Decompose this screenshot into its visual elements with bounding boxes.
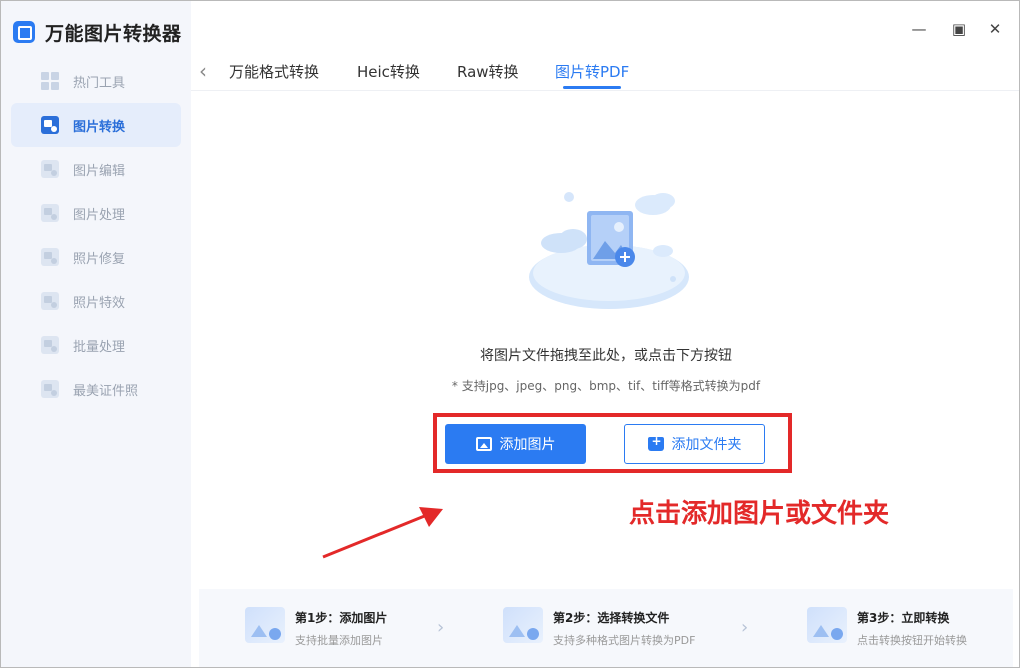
grid-icon xyxy=(41,72,59,90)
convert-step-icon xyxy=(807,607,847,643)
add-folder-label: 添加文件夹 xyxy=(671,437,742,453)
sidebar-item-id-photo[interactable]: 最美证件照 xyxy=(11,367,181,411)
sidebar-item-hot-tools[interactable]: 热门工具 xyxy=(11,59,181,103)
sidebar-item-label: 最美证件照 xyxy=(73,383,139,399)
step-2: 第2步：选择转换文件 支持多种格式图片转换为PDF xyxy=(503,607,695,648)
drop-zone[interactable]: 将图片文件拖拽至此处，或点击下方按钮 * 支持jpg、jpeg、png、bmp、… xyxy=(199,91,1013,587)
image-icon xyxy=(475,437,492,451)
add-image-step-icon xyxy=(245,607,285,643)
sidebar-item-image-edit[interactable]: 图片编辑 xyxy=(11,147,181,191)
step-desc: 支持批量添加图片 xyxy=(295,634,383,647)
add-folder-button[interactable]: 添加文件夹 xyxy=(624,424,765,464)
select-file-step-icon xyxy=(503,607,543,643)
tab-universal-convert[interactable]: 万能格式转换 xyxy=(229,61,319,82)
sidebar: 万能图片转换器 热门工具 图片转换 图片编辑 图片处理 照片修复 照片特效 批量… xyxy=(1,1,191,667)
title-bar: — ▣ ✕ xyxy=(191,1,1019,53)
steps-bar: 第1步：添加图片 支持批量添加图片 › 第2步：选择转换文件 支持多种格式图片转… xyxy=(199,589,1013,667)
app-title: 万能图片转换器 xyxy=(45,22,182,45)
chevron-right-icon: › xyxy=(437,617,445,638)
step-title: 第3步：立即转换 xyxy=(857,611,950,625)
add-image-label: 添加图片 xyxy=(499,437,556,453)
supported-formats-note: * 支持jpg、jpeg、png、bmp、tif、tiff等格式转换为pdf xyxy=(451,379,761,393)
add-image-button[interactable]: 添加图片 xyxy=(445,424,586,464)
step-title: 第2步：选择转换文件 xyxy=(553,611,670,625)
annotation-arrow-icon xyxy=(322,507,443,559)
step-desc: 支持多种格式图片转换为PDF xyxy=(553,634,696,647)
sidebar-nav: 热门工具 图片转换 图片编辑 图片处理 照片修复 照片特效 批量处理 最美证件照 xyxy=(11,59,181,411)
tab-bar: ‹ 万能格式转换 Heic转换 Raw转换 图片转PDF xyxy=(191,53,1019,91)
photo-effect-icon xyxy=(41,292,59,310)
step-1: 第1步：添加图片 支持批量添加图片 xyxy=(245,607,387,648)
sidebar-item-photo-effect[interactable]: 照片特效 xyxy=(11,279,181,323)
tab-raw-convert[interactable]: Raw转换 xyxy=(457,61,519,82)
sidebar-item-label: 图片处理 xyxy=(73,207,126,223)
tab-heic-convert[interactable]: Heic转换 xyxy=(357,61,420,82)
close-button[interactable]: ✕ xyxy=(985,19,1005,39)
image-process-icon xyxy=(41,204,59,222)
sidebar-item-label: 照片修复 xyxy=(73,251,126,267)
annotation-text: 点击添加图片或文件夹 xyxy=(629,499,890,529)
tab-image-to-pdf[interactable]: 图片转PDF xyxy=(555,61,629,82)
image-convert-icon xyxy=(41,116,59,134)
sidebar-item-label: 批量处理 xyxy=(73,339,126,355)
sidebar-item-image-process[interactable]: 图片处理 xyxy=(11,191,181,235)
step-desc: 点击转换按钮开始转换 xyxy=(857,634,967,647)
image-edit-icon xyxy=(41,160,59,178)
chevron-right-icon: › xyxy=(741,617,749,638)
drop-instruction: 将图片文件拖拽至此处，或点击下方按钮 xyxy=(480,348,732,364)
step-3: 第3步：立即转换 点击转换按钮开始转换 xyxy=(807,607,967,648)
minimize-button[interactable]: — xyxy=(909,19,929,39)
chevron-left-icon[interactable]: ‹ xyxy=(199,59,207,83)
app-logo-icon xyxy=(13,21,35,43)
main-panel: — ▣ ✕ ‹ 万能格式转换 Heic转换 Raw转换 图片转PDF 将图片文件… xyxy=(191,1,1019,667)
folder-plus-icon xyxy=(647,434,664,451)
active-tab-indicator xyxy=(563,86,621,89)
batch-icon xyxy=(41,336,59,354)
sidebar-item-label: 图片转换 xyxy=(73,119,126,135)
maximize-button[interactable]: ▣ xyxy=(949,19,969,39)
step-title: 第1步：添加图片 xyxy=(295,611,388,625)
upload-illustration-icon xyxy=(529,192,689,309)
sidebar-item-image-convert[interactable]: 图片转换 xyxy=(11,103,181,147)
brand: 万能图片转换器 xyxy=(13,19,182,45)
id-photo-icon xyxy=(41,380,59,398)
sidebar-item-batch[interactable]: 批量处理 xyxy=(11,323,181,367)
sidebar-item-label: 图片编辑 xyxy=(73,163,126,179)
sidebar-item-photo-repair[interactable]: 照片修复 xyxy=(11,235,181,279)
photo-repair-icon xyxy=(41,248,59,266)
sidebar-item-label: 照片特效 xyxy=(73,295,126,311)
sidebar-item-label: 热门工具 xyxy=(73,75,126,91)
app-window: 万能图片转换器 热门工具 图片转换 图片编辑 图片处理 照片修复 照片特效 批量… xyxy=(0,0,1020,668)
